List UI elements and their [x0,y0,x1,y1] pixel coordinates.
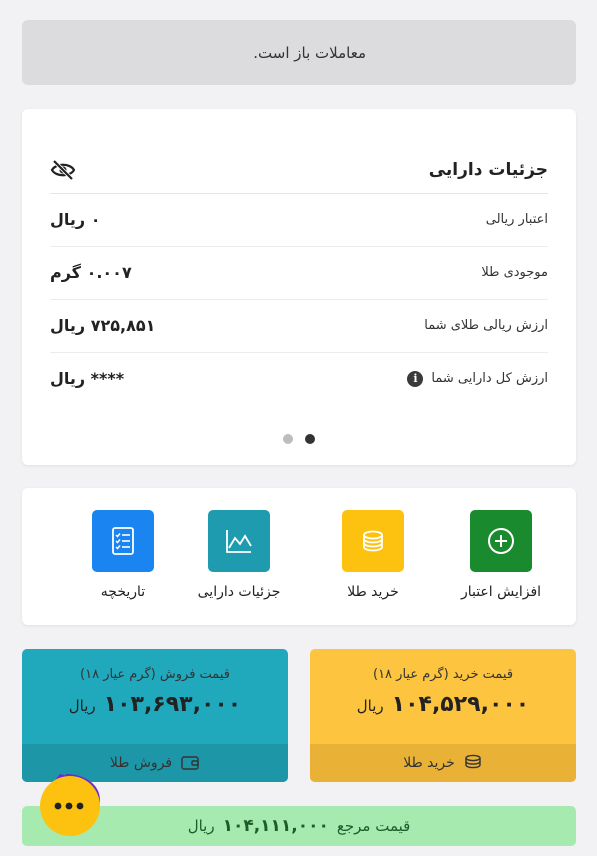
market-status-banner: معاملات باز است. [22,20,576,85]
carousel-pagination [22,434,576,444]
asset-row-value: ۷۲۵,۸۵۱ ریال [50,316,156,335]
buy-price-amount-wrap: ۱۰۴,۵۲۹,۰۰۰ ریال [357,692,529,717]
reference-price-amount: ۱۰۴,۱۱۱,۰۰۰ [222,816,329,836]
asset-row-total-value: ارزش کل دارایی شما i **** ریال [50,352,548,405]
asset-row-label: ارزش کل دارایی شما [431,371,548,386]
buy-price-caption: قیمت خرید (گرم عیار ۱۸) [372,667,514,682]
action-label: خرید طلا [347,584,399,600]
action-label: جزئیات دارایی [197,584,281,600]
buy-price-amount: ۱۰۴,۵۲۹,۰۰۰ [391,692,530,717]
sell-price-amount-wrap: ۱۰۳,۶۹۳,۰۰۰ ریال [69,692,241,717]
action-history[interactable]: تاریخچه [63,510,183,600]
buy-gold-button-label: خرید طلا [403,755,455,771]
carousel-dot[interactable] [283,434,293,444]
list-icon [92,510,154,572]
market-status-text: معاملات باز است. [253,43,366,62]
action-buy-gold[interactable]: خرید طلا [313,510,433,600]
eye-off-icon[interactable] [50,157,76,183]
asset-row-label: موجودی طلا [481,265,548,280]
carousel-dot-active[interactable] [305,434,315,444]
buy-gold-button[interactable]: خرید طلا [310,744,576,782]
asset-details-title: جزئیات دارایی [428,160,548,180]
asset-row-label-wrap: ارزش کل دارایی شما i [399,370,548,387]
action-asset-details[interactable]: جزئیات دارایی [179,510,299,600]
chat-bubble-icon [40,774,100,836]
reference-price-unit: ریال [187,817,215,835]
action-label: تاریخچه [100,584,146,600]
buy-price-card: قیمت خرید (گرم عیار ۱۸) ۱۰۴,۵۲۹,۰۰۰ ریال… [310,649,576,782]
asset-row-label: اعتبار ریالی [485,212,548,227]
asset-details-card: جزئیات دارایی اعتبار ریالی ۰ ریال موجودی… [22,109,576,465]
sell-price-unit: ریال [68,697,96,715]
sell-gold-button-label: فروش طلا [109,755,173,771]
asset-row-value: **** ریال [50,369,125,388]
asset-row-rial-credit: اعتبار ریالی ۰ ریال [50,193,548,247]
sell-price-caption: قیمت فروش (گرم عیار ۱۸) [80,667,230,682]
sell-price-card: قیمت فروش (گرم عیار ۱۸) ۱۰۳,۶۹۳,۰۰۰ ریال… [22,649,288,782]
coins-icon [465,754,481,769]
chart-icon [208,510,270,572]
action-label: افزایش اعتبار [460,584,542,600]
chat-support-button[interactable] [38,770,120,852]
asset-row-value: ۰.۰۰۷ گرم [50,263,132,282]
sell-price-info: قیمت فروش (گرم عیار ۱۸) ۱۰۳,۶۹۳,۰۰۰ ریال [22,649,288,744]
quick-actions-card: افزایش اعتبار خرید طلا جزئیات دارایی تار… [22,488,576,625]
reference-price-label: قیمت مرجع [336,817,411,835]
wallet-icon [181,756,199,770]
info-icon[interactable]: i [407,370,424,387]
asset-row-value: ۰ ریال [50,210,101,229]
plus-circle-icon [470,510,532,572]
asset-row-label: ارزش ریالی طلای شما [424,318,548,333]
asset-details-header: جزئیات دارایی [50,147,548,194]
sell-price-amount: ۱۰۳,۶۹۳,۰۰۰ [103,692,242,717]
coins-icon [342,510,404,572]
buy-price-unit: ریال [356,697,384,715]
action-increase-credit[interactable]: افزایش اعتبار [441,510,561,600]
asset-row-gold-rial-value: ارزش ریالی طلای شما ۷۲۵,۸۵۱ ریال [50,299,548,353]
buy-price-info: قیمت خرید (گرم عیار ۱۸) ۱۰۴,۵۲۹,۰۰۰ ریال [310,649,576,744]
asset-row-gold-balance: موجودی طلا ۰.۰۰۷ گرم [50,246,548,300]
